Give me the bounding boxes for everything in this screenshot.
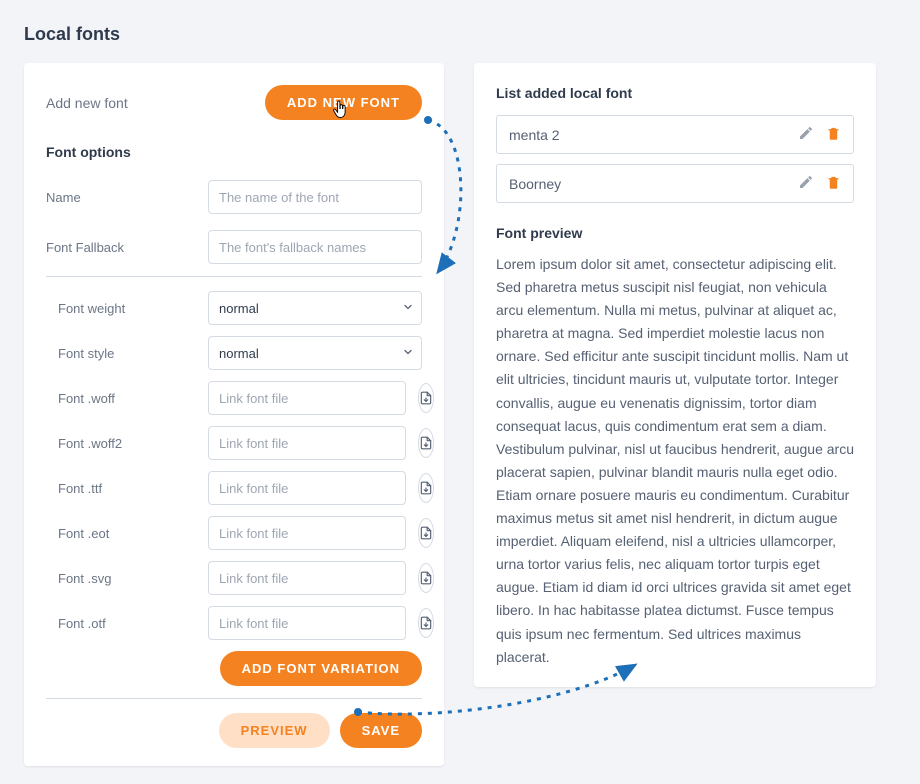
font-file-input[interactable] <box>208 381 406 415</box>
preview-button-label: PREVIEW <box>241 723 308 738</box>
fallback-input[interactable] <box>208 230 422 264</box>
divider <box>46 276 422 277</box>
pencil-icon[interactable] <box>798 174 814 193</box>
trash-icon[interactable] <box>826 126 841 144</box>
font-weight-label: Font weight <box>46 301 196 316</box>
font-file-input[interactable] <box>208 516 406 550</box>
upload-file-icon[interactable] <box>418 608 434 638</box>
font-style-select[interactable]: normal <box>208 336 422 370</box>
save-button-label: SAVE <box>362 723 400 738</box>
upload-file-icon[interactable] <box>418 473 434 503</box>
add-font-variation-button-label: ADD FONT VARIATION <box>242 661 400 676</box>
font-file-input[interactable] <box>208 561 406 595</box>
font-preview-text: Lorem ipsum dolor sit amet, consectetur … <box>496 253 854 669</box>
font-file-input[interactable] <box>208 426 406 460</box>
font-preview-panel: List added local font menta 2 Boorney Fon… <box>474 63 876 687</box>
font-list-item-name: menta 2 <box>509 127 560 143</box>
add-font-variation-button[interactable]: ADD FONT VARIATION <box>220 651 422 686</box>
save-button[interactable]: SAVE <box>340 713 422 748</box>
upload-file-icon[interactable] <box>418 518 434 548</box>
preview-button[interactable]: PREVIEW <box>219 713 330 748</box>
list-added-heading: List added local font <box>496 85 854 101</box>
font-options-heading: Font options <box>46 144 422 160</box>
font-file-label: Font .svg <box>46 571 196 586</box>
font-file-label: Font .woff <box>46 391 196 406</box>
trash-icon[interactable] <box>826 175 841 193</box>
add-new-font-button-label: ADD NEW FONT <box>287 95 400 110</box>
upload-file-icon[interactable] <box>418 563 434 593</box>
fallback-label: Font Fallback <box>46 240 196 255</box>
font-file-label: Font .woff2 <box>46 436 196 451</box>
name-label: Name <box>46 190 196 205</box>
add-new-font-label: Add new font <box>46 95 128 111</box>
font-file-label: Font .eot <box>46 526 196 541</box>
add-new-font-button[interactable]: ADD NEW FONT <box>265 85 422 120</box>
font-preview-heading: Font preview <box>496 225 854 241</box>
page-title: Local fonts <box>24 24 896 45</box>
name-input[interactable] <box>208 180 422 214</box>
divider <box>46 698 422 699</box>
font-file-label: Font .otf <box>46 616 196 631</box>
upload-file-icon[interactable] <box>418 383 434 413</box>
font-file-input[interactable] <box>208 471 406 505</box>
font-list-item: Boorney <box>496 164 854 203</box>
font-list-item: menta 2 <box>496 115 854 154</box>
font-style-label: Font style <box>46 346 196 361</box>
font-file-label: Font .ttf <box>46 481 196 496</box>
upload-file-icon[interactable] <box>418 428 434 458</box>
font-config-panel: Add new font ADD NEW FONT Font options N… <box>24 63 444 766</box>
pencil-icon[interactable] <box>798 125 814 144</box>
font-weight-select[interactable]: normal <box>208 291 422 325</box>
font-list-item-name: Boorney <box>509 176 561 192</box>
font-file-input[interactable] <box>208 606 406 640</box>
